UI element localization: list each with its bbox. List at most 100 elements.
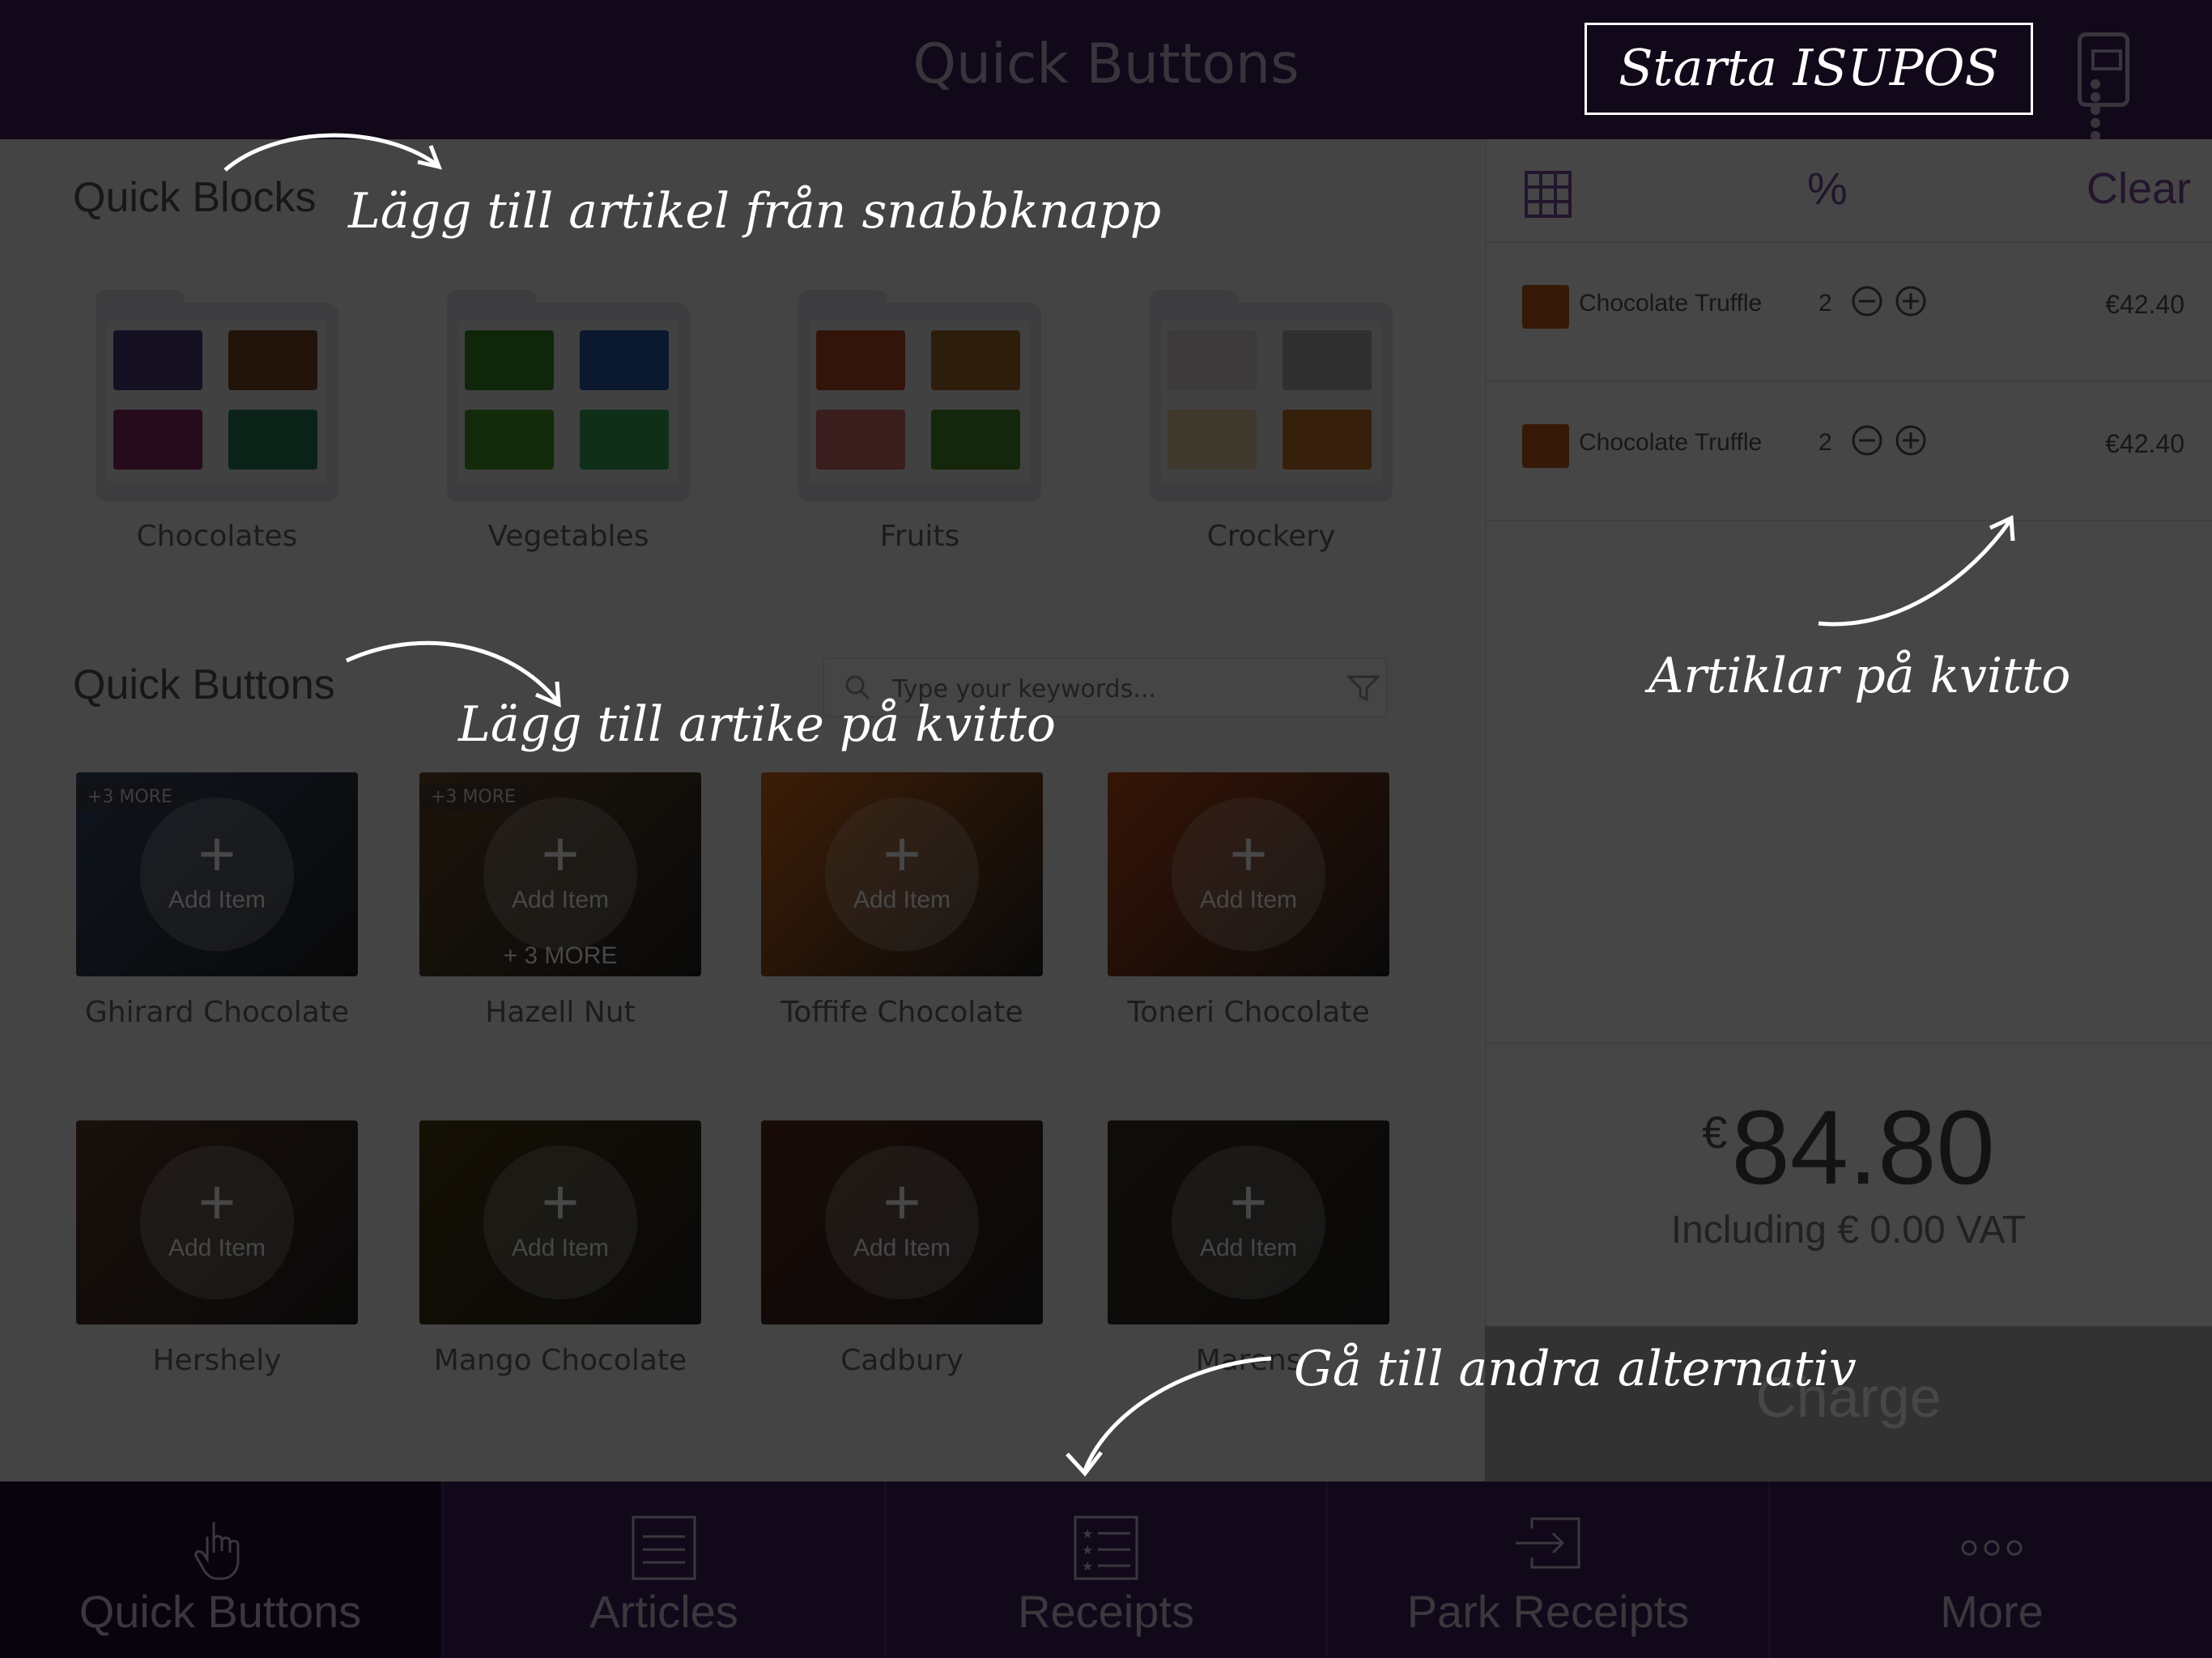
nav-label: Articles (589, 1586, 738, 1637)
plus-circle-icon[interactable] (1895, 285, 1927, 317)
more-bottom-label: + 3 MORE (503, 942, 618, 969)
block-thumb (931, 410, 1020, 470)
svg-text:★: ★ (1082, 1542, 1093, 1558)
add-item-label: Add Item (1199, 886, 1298, 913)
block-thumb (580, 410, 669, 470)
quick-button-3[interactable]: + Add Item Toneri Chocolate (1108, 772, 1389, 1029)
product-image: +3 MORE + Add Item + 3 MORE (419, 772, 701, 976)
quick-button-6[interactable]: + Add Item Cadbury (761, 1120, 1043, 1377)
nav-park-receipts[interactable]: Park Receipts (1326, 1482, 1768, 1658)
quick-block-1[interactable]: Vegetables (447, 290, 690, 553)
hint-quick-blocks: Lägg till artikel från snabbknapp (348, 183, 1162, 240)
add-item-button[interactable]: + Add Item (140, 797, 294, 951)
add-item-button[interactable]: + Add Item (483, 797, 637, 951)
add-item-button[interactable]: + Add Item (483, 1146, 637, 1299)
currency-symbol: € (1702, 1107, 1728, 1158)
add-item-label: Add Item (853, 886, 951, 913)
nav-label: Quick Buttons (79, 1586, 362, 1637)
quick-block-label: Crockery (1206, 520, 1336, 553)
receipt-line[interactable]: Chocolate Truffle 2 €42.40 (1487, 382, 2212, 521)
product-image: + Add Item (419, 1120, 701, 1324)
add-item-button[interactable]: + Add Item (1172, 1146, 1325, 1299)
nav-label: Receipts (1018, 1586, 1194, 1637)
receipt-lines: Chocolate Truffle 2 €42.40 Chocolate Truffl… (1487, 243, 2212, 521)
total-section: € 84.80 Including € 0.00 VAT (1485, 1043, 2212, 1328)
clear-button[interactable]: Clear (2087, 164, 2191, 214)
quick-block-label: Fruits (879, 520, 960, 553)
block-thumb (228, 330, 317, 390)
list-icon (632, 1516, 696, 1580)
nav-more[interactable]: More (1768, 1482, 2212, 1658)
nav-label: Park Receipts (1406, 1586, 1690, 1637)
more-badge: +3 MORE (76, 784, 184, 810)
product-thumb (1522, 285, 1569, 329)
block-thumb (1283, 410, 1372, 470)
plus-circle-icon[interactable] (1895, 424, 1927, 457)
nav-articles[interactable]: Articles (442, 1482, 884, 1658)
quick-button-label: Ghirard Chocolate (84, 996, 350, 1029)
quick-button-5[interactable]: + Add Item Mango Chocolate (419, 1120, 701, 1377)
line-item-name: Chocolate Truffle (1579, 290, 1763, 317)
hint-nav: Gå till andra alternativ (1294, 1341, 1857, 1397)
line-item-price: €42.40 (2105, 429, 2184, 458)
quick-block-label: Vegetables (487, 520, 649, 553)
quick-button-1[interactable]: +3 MORE + Add Item + 3 MORE Hazell Nut (419, 772, 701, 1029)
block-thumb (228, 410, 317, 470)
receipt-list-icon: ★ ★ ★ (1074, 1516, 1138, 1580)
discount-button[interactable]: % (1807, 162, 1848, 215)
block-thumb (113, 330, 202, 390)
more-badge: +3 MORE (419, 784, 527, 810)
folder-icon (1150, 290, 1393, 502)
line-item-qty: 2 (1819, 290, 1832, 317)
nav-label: More (1940, 1586, 2044, 1637)
add-item-label: Add Item (168, 1235, 266, 1261)
grid-icon[interactable] (1524, 170, 1572, 219)
product-image: + Add Item (761, 772, 1043, 976)
plus-icon: + (1229, 1166, 1268, 1238)
add-item-button[interactable]: + Add Item (825, 1146, 979, 1299)
block-thumb (931, 330, 1020, 390)
block-thumb (465, 330, 554, 390)
quick-block-0[interactable]: Chocolates (96, 290, 338, 553)
quick-block-2[interactable]: Fruits (798, 290, 1041, 553)
receipt-line[interactable]: Chocolate Truffle 2 €42.40 (1487, 243, 2212, 382)
minus-circle-icon[interactable] (1851, 285, 1883, 317)
nav-quick-buttons[interactable]: Quick Buttons (0, 1482, 440, 1658)
minus-circle-icon[interactable] (1851, 424, 1883, 457)
quick-block-label: Chocolates (136, 520, 298, 553)
add-item-button[interactable]: + Add Item (825, 797, 979, 951)
bottom-nav: Quick Buttons Articles ★ ★ ★ Receipts Pa… (0, 1482, 2212, 1658)
folder-icon (447, 290, 690, 502)
filter-icon[interactable] (1347, 674, 1380, 703)
quick-button-label: Cadbury (840, 1344, 963, 1377)
total-amount: 84.80 (1731, 1088, 1995, 1206)
quick-button-4[interactable]: + Add Item Hershely (76, 1120, 358, 1377)
block-thumb (1283, 330, 1372, 390)
block-thumb (113, 410, 202, 470)
hand-pointer-icon (194, 1522, 240, 1580)
quick-block-3[interactable]: Crockery (1150, 290, 1393, 553)
block-thumb (1168, 410, 1257, 470)
park-receipt-icon (1516, 1517, 1580, 1569)
add-item-button[interactable]: + Add Item (1172, 797, 1325, 951)
add-item-label: Add Item (853, 1235, 951, 1261)
quick-button-0[interactable]: +3 MORE + Add Item Ghirard Chocolate (76, 772, 358, 1029)
add-item-button[interactable]: + Add Item (140, 1146, 294, 1299)
hint-arrow-receipt (1818, 515, 2015, 627)
plus-icon: + (883, 1166, 921, 1238)
hint-quick-buttons: Lägg till artike på kvitto (458, 696, 1056, 753)
quick-button-label: Toffife Chocolate (781, 996, 1023, 1029)
hint-arrow-quick-blocks (223, 133, 443, 172)
plus-icon: + (541, 818, 580, 890)
quick-button-7[interactable]: + Add Item Marens (1108, 1120, 1389, 1377)
nav-receipts[interactable]: ★ ★ ★ Receipts (884, 1482, 1326, 1658)
product-image: + Add Item (1108, 1120, 1389, 1324)
add-item-label: Add Item (168, 886, 266, 913)
start-isupos-button[interactable]: Starta ISUPOS (1585, 23, 2033, 115)
hint-arrow-nav (1066, 1356, 1272, 1477)
more-dots-icon (1961, 1540, 2023, 1556)
product-image: + Add Item (76, 1120, 358, 1324)
quick-button-2[interactable]: + Add Item Toffife Chocolate (761, 772, 1043, 1029)
pos-terminal-icon[interactable]: ● ● ●● ● ● (2078, 32, 2129, 155)
plus-icon: + (1229, 818, 1268, 890)
